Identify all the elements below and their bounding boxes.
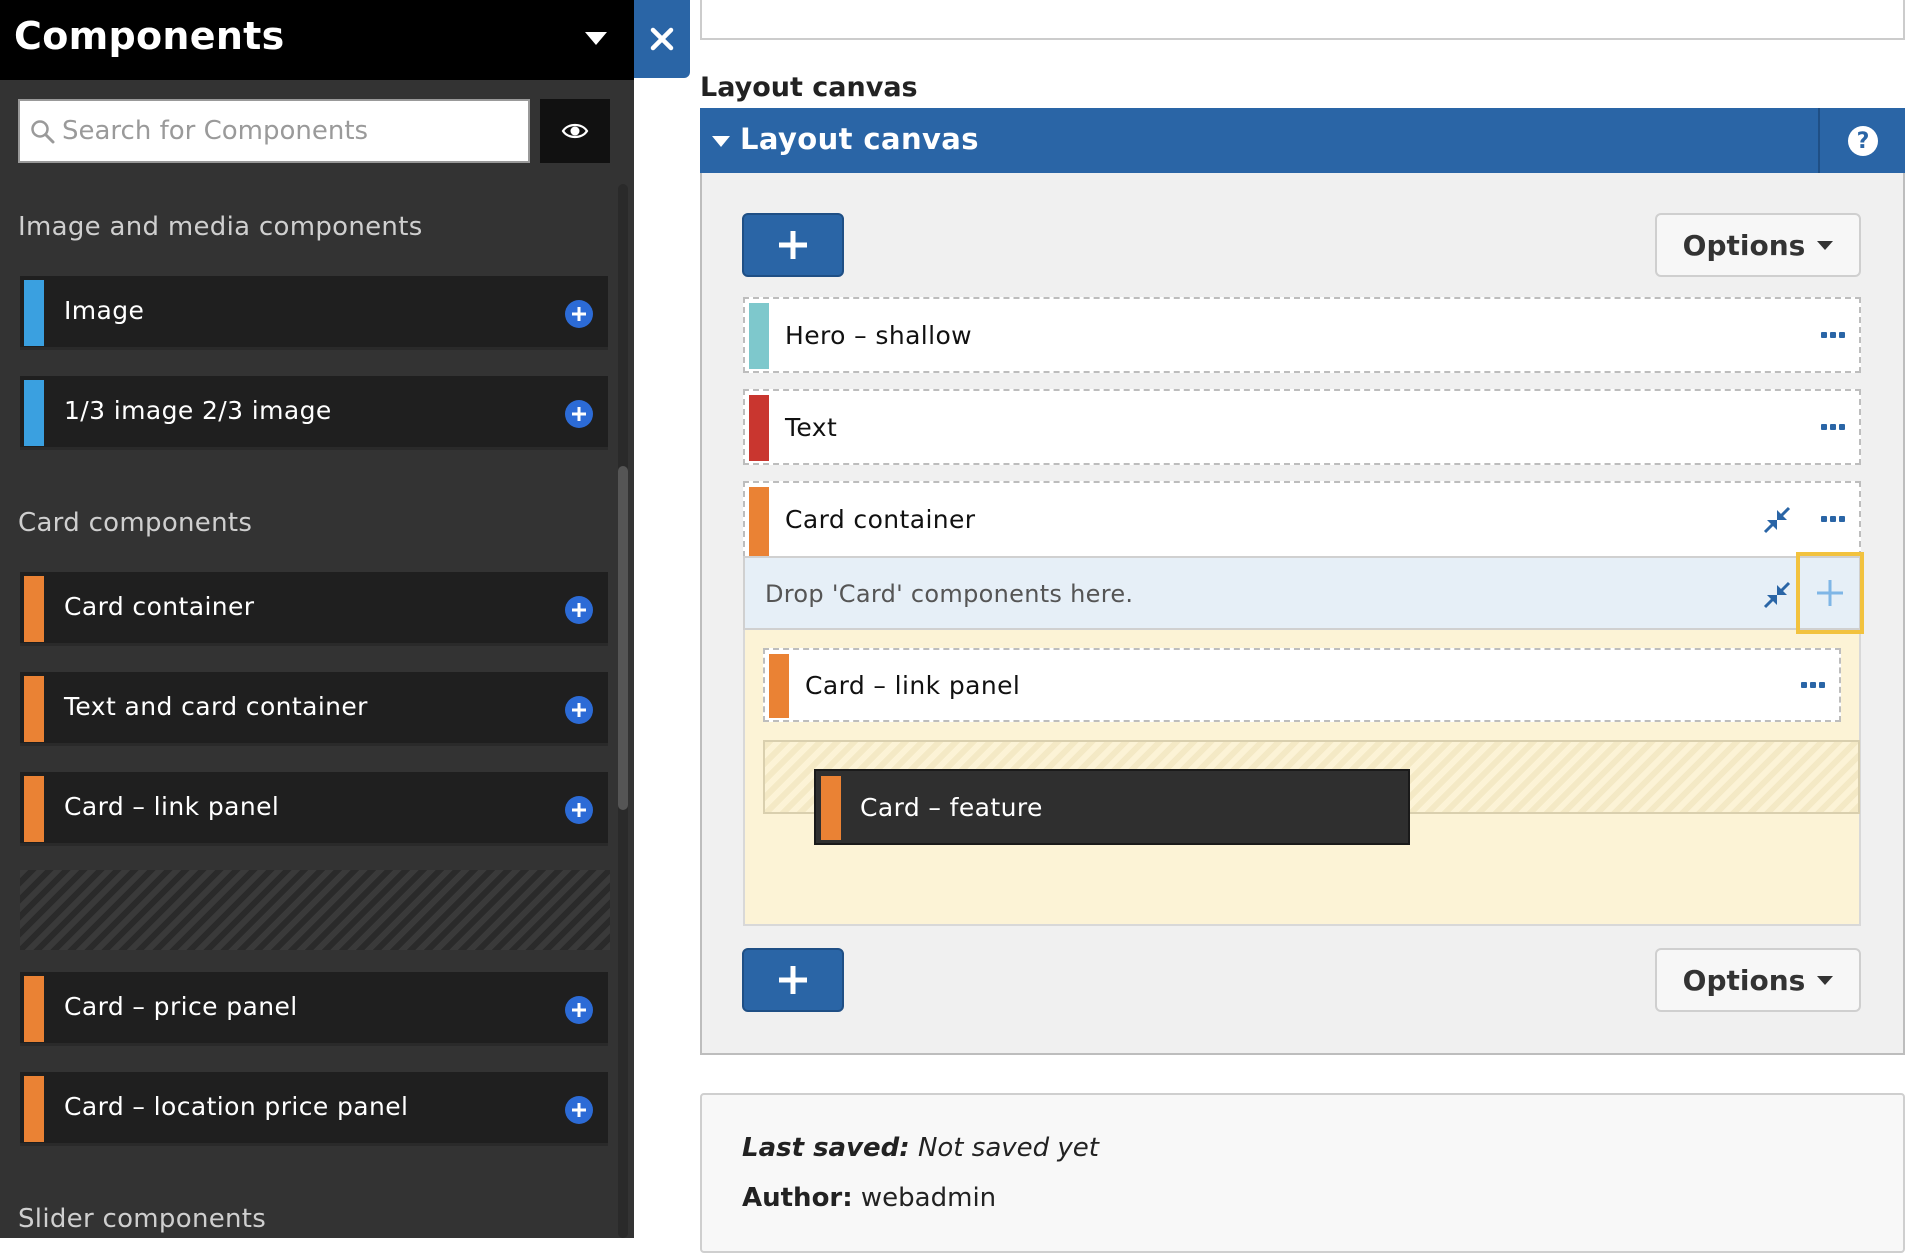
group-heading-slider: Slider components <box>18 1204 267 1234</box>
plus-icon <box>1817 580 1843 606</box>
add-component-icon[interactable] <box>565 996 593 1024</box>
canvas-row-text[interactable]: Text <box>743 389 1861 465</box>
add-component-icon[interactable] <box>565 696 593 724</box>
sidebar-header: Components <box>0 0 634 80</box>
component-color-bar <box>24 280 44 346</box>
search-field[interactable] <box>18 99 530 163</box>
last-saved-label: Last saved: <box>742 1133 910 1163</box>
component-color-bar <box>24 380 44 446</box>
sidebar-item-image-split[interactable]: 1/3 image 2/3 image <box>20 376 608 450</box>
help-icon[interactable]: ? <box>1848 126 1878 156</box>
add-card-button[interactable] <box>1796 552 1864 634</box>
author-line: Author: webadmin <box>742 1183 996 1213</box>
more-options-icon[interactable] <box>1821 424 1847 432</box>
dropdown-caret-icon <box>1817 975 1834 985</box>
page-section-heading: Layout canvas <box>700 72 918 103</box>
sidebar-item-label: Card – location price panel <box>64 1092 409 1121</box>
component-color-bar <box>769 654 789 718</box>
collapse-arrows-icon[interactable] <box>1762 580 1792 610</box>
sidebar-scrollbar-thumb[interactable] <box>618 466 628 810</box>
dropzone-header: Drop 'Card' components here. <box>743 556 1861 630</box>
sidebar-item-card-link-panel[interactable]: Card – link panel <box>20 772 608 846</box>
sidebar-item-text-and-card-container[interactable]: Text and card container <box>20 672 608 746</box>
add-component-icon[interactable] <box>565 1096 593 1124</box>
author-label: Author: <box>742 1183 853 1213</box>
close-sidebar-button[interactable] <box>634 0 690 78</box>
sidebar-item-card-location-price-panel[interactable]: Card – location price panel <box>20 1072 608 1146</box>
component-color-bar <box>821 776 841 840</box>
add-component-icon[interactable] <box>565 796 593 824</box>
last-saved-value: Not saved yet <box>917 1133 1099 1163</box>
dragging-card-feature[interactable]: Card – feature <box>814 769 1410 845</box>
plus-icon <box>779 966 807 994</box>
component-color-bar <box>24 976 44 1042</box>
canvas-row-hero-shallow[interactable]: Hero – shallow <box>743 297 1861 373</box>
layout-canvas-title: Layout canvas <box>740 122 979 156</box>
canvas-row-card-container[interactable]: Card container <box>743 481 1861 557</box>
sidebar-item-label: Card – link panel <box>64 792 280 821</box>
group-heading-image-media: Image and media components <box>18 212 423 242</box>
header-divider <box>1818 108 1820 173</box>
component-color-bar <box>749 303 769 369</box>
collapse-triangle-icon <box>712 136 730 147</box>
group-heading-card: Card components <box>18 508 253 538</box>
component-color-bar <box>24 776 44 842</box>
search-icon <box>31 120 55 144</box>
canvas-row-label: Text <box>785 413 838 442</box>
add-component-icon[interactable] <box>565 596 593 624</box>
sidebar-item-card-price-panel[interactable]: Card – price panel <box>20 972 608 1046</box>
close-icon <box>650 27 674 51</box>
component-color-bar <box>749 395 769 461</box>
sidebar-item-label: Image <box>64 296 145 325</box>
sidebar-item-label: Card container <box>64 592 255 621</box>
canvas-row-label: Hero – shallow <box>785 321 973 350</box>
sidebar-title: Components <box>14 14 285 58</box>
author-value: webadmin <box>860 1183 997 1213</box>
plus-icon <box>779 231 807 259</box>
sidebar-item-label: Text and card container <box>64 692 368 721</box>
components-sidebar: Components Image and media components Im… <box>0 0 634 1238</box>
sidebar-item-label: Card – price panel <box>64 992 298 1021</box>
add-component-top-button[interactable] <box>742 213 844 277</box>
eye-icon <box>561 123 589 139</box>
more-options-icon[interactable] <box>1821 516 1847 524</box>
add-component-icon[interactable] <box>565 300 593 328</box>
collapse-arrows-icon[interactable] <box>1762 505 1792 535</box>
drag-placeholder-zone <box>20 870 610 950</box>
component-color-bar <box>24 676 44 742</box>
save-info-box: Last saved: Not saved yet Author: webadm… <box>700 1093 1905 1253</box>
component-color-bar <box>749 487 769 557</box>
add-component-bottom-button[interactable] <box>742 948 844 1012</box>
options-label: Options <box>1682 228 1806 262</box>
sidebar-item-card-container[interactable]: Card container <box>20 572 608 646</box>
preview-toggle-button[interactable] <box>540 99 610 163</box>
last-saved-line: Last saved: Not saved yet <box>742 1133 1099 1163</box>
sidebar-item-image[interactable]: Image <box>20 276 608 350</box>
collapse-caret-icon[interactable] <box>585 32 607 45</box>
dragging-card-label: Card – feature <box>860 793 1043 822</box>
options-bottom-button[interactable]: Options <box>1655 948 1861 1012</box>
options-top-button[interactable]: Options <box>1655 213 1861 277</box>
canvas-row-label: Card – link panel <box>805 671 1021 700</box>
canvas-row-label: Card container <box>785 505 976 534</box>
previous-field-box <box>700 0 1905 40</box>
sidebar-item-label: 1/3 image 2/3 image <box>64 396 332 425</box>
dropzone-hint-text: Drop 'Card' components here. <box>765 580 1134 608</box>
nested-card-link-panel[interactable]: Card – link panel <box>763 648 1841 722</box>
more-options-icon[interactable] <box>1801 682 1827 690</box>
dropdown-caret-icon <box>1817 240 1834 250</box>
options-label: Options <box>1682 963 1806 997</box>
component-color-bar <box>24 1076 44 1142</box>
more-options-icon[interactable] <box>1821 332 1847 340</box>
component-color-bar <box>24 576 44 642</box>
layout-canvas-header[interactable]: Layout canvas ? <box>700 108 1905 173</box>
search-input[interactable] <box>60 109 520 153</box>
add-component-icon[interactable] <box>565 400 593 428</box>
